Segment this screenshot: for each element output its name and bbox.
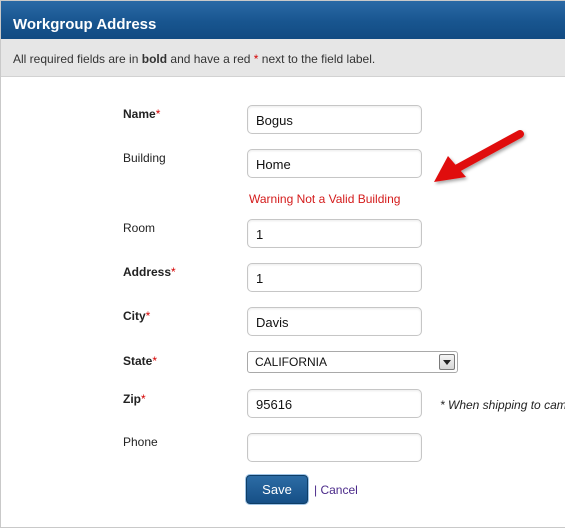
building-value: Home: [256, 157, 291, 172]
zip-field[interactable]: 95616: [247, 389, 422, 418]
cancel-link[interactable]: Cancel: [320, 483, 357, 497]
zip-value: 95616: [256, 397, 293, 412]
city-required-star: *: [145, 309, 151, 323]
title-bar: Workgroup Address: [1, 1, 565, 39]
info-prefix: All required fields are in: [13, 52, 142, 66]
zip-hint: * When shipping to cam: [440, 398, 565, 412]
info-suffix: next to the field label.: [258, 52, 376, 66]
info-bold-word: bold: [141, 52, 168, 66]
red-arrow-icon: [434, 130, 524, 182]
phone-field[interactable]: [247, 433, 422, 462]
address-label-text: Address: [123, 265, 172, 279]
name-label: Name*: [123, 107, 160, 121]
phone-label: Phone: [123, 435, 158, 449]
state-select[interactable]: CALIFORNIA: [247, 351, 458, 373]
state-required-star: *: [152, 354, 158, 368]
state-dropdown-button[interactable]: [439, 354, 455, 370]
info-text: All required fields are in bold and have…: [13, 52, 375, 66]
cancel-area: | Cancel: [314, 483, 358, 497]
name-label-text: Name: [123, 107, 156, 121]
city-value: Davis: [256, 315, 289, 330]
workgroup-address-panel: Workgroup Address All required fields ar…: [0, 0, 565, 528]
building-field[interactable]: Home: [247, 149, 422, 178]
state-value: CALIFORNIA: [255, 355, 328, 369]
zip-label-text: Zip: [123, 392, 141, 406]
room-value: 1: [256, 227, 264, 242]
chevron-down-icon: [443, 360, 451, 365]
save-button[interactable]: Save: [246, 475, 308, 504]
required-fields-info: All required fields are in bold and have…: [1, 39, 565, 77]
zip-label: Zip*: [123, 392, 146, 406]
zip-required-star: *: [141, 392, 146, 406]
address-field[interactable]: 1: [247, 263, 422, 292]
name-required-star: *: [155, 107, 161, 121]
address-value: 1: [256, 271, 264, 286]
city-label: City*: [123, 309, 150, 323]
state-label: State*: [123, 354, 157, 368]
room-label: Room: [123, 221, 156, 235]
name-field[interactable]: Bogus: [247, 105, 422, 134]
state-label-text: State: [123, 354, 153, 368]
room-field[interactable]: 1: [247, 219, 422, 248]
address-label: Address*: [123, 265, 176, 279]
name-value: Bogus: [256, 113, 293, 128]
city-label-text: City: [123, 309, 146, 323]
building-label: Building: [123, 151, 166, 165]
building-warning: Warning Not a Valid Building: [249, 192, 401, 206]
city-field[interactable]: Davis: [247, 307, 422, 336]
page-title: Workgroup Address: [13, 16, 157, 33]
address-required-star: *: [171, 265, 176, 279]
info-middle: and have a red: [167, 52, 254, 66]
action-separator: |: [314, 483, 318, 497]
